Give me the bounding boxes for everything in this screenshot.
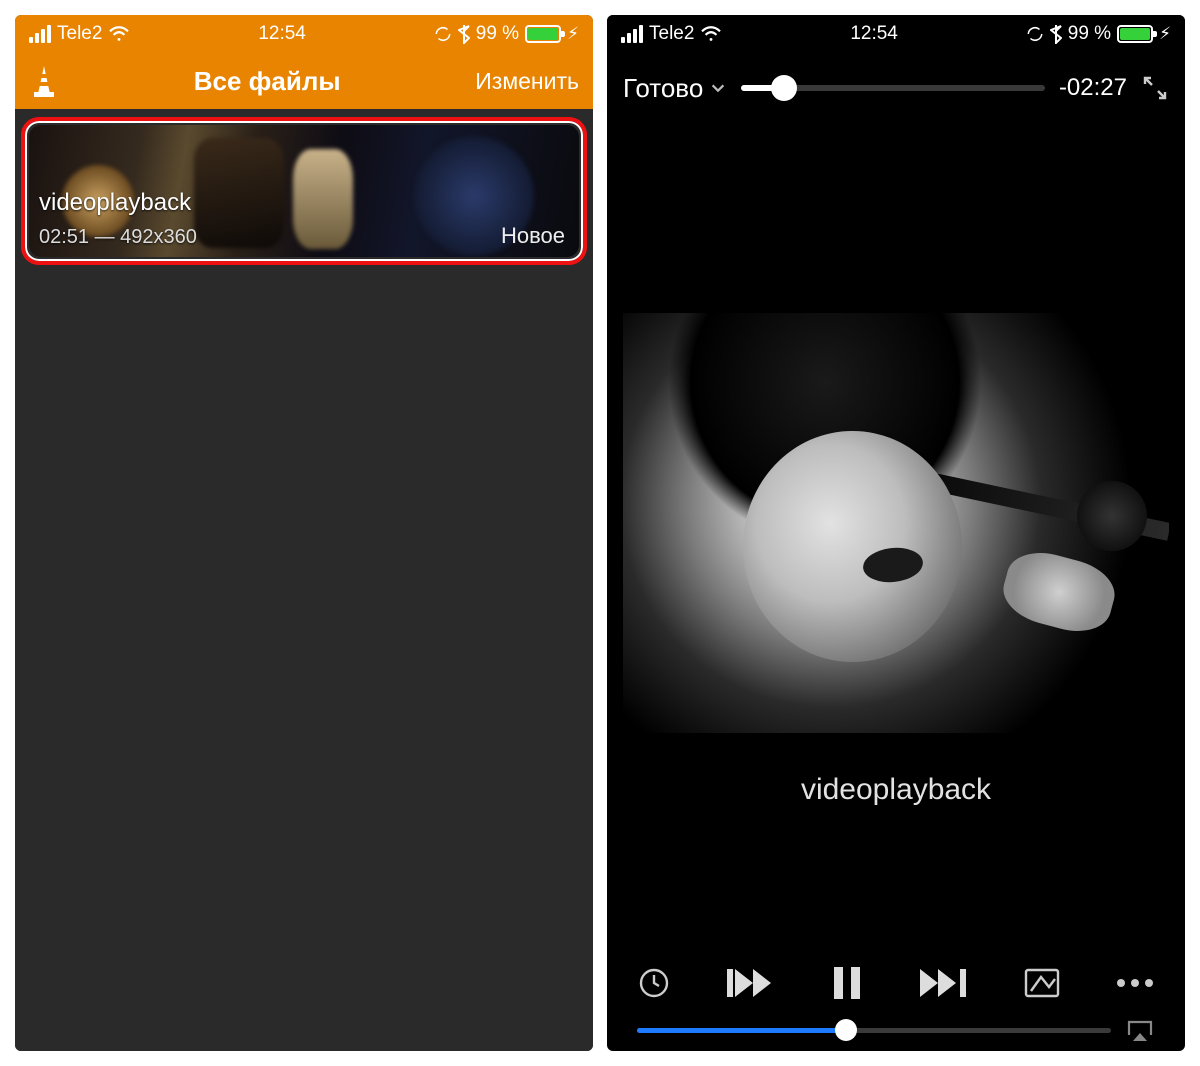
clock-label: 12:54	[850, 23, 898, 45]
done-button[interactable]: Готово	[623, 73, 727, 104]
time-remaining: -02:27	[1059, 74, 1127, 102]
edit-button[interactable]: Изменить	[475, 68, 579, 95]
nav-bar: Все файлы Изменить	[15, 53, 593, 109]
volume-fill	[637, 1028, 846, 1033]
volume-slider[interactable]	[637, 1028, 1111, 1033]
signal-icon	[29, 25, 51, 43]
video-title: videoplayback	[39, 189, 191, 217]
skip-next-button[interactable]	[918, 963, 970, 1003]
seek-knob[interactable]	[771, 75, 797, 101]
pause-button[interactable]	[830, 963, 864, 1003]
charging-icon: ⚡︎	[1159, 24, 1171, 44]
battery-pct: 99 %	[1068, 23, 1111, 45]
vlc-library-screen: Tele2 12:54 99 % ⚡︎ Все файлы Изменить v…	[15, 15, 593, 1051]
chevron-down-icon	[709, 79, 727, 97]
carrier-label: Tele2	[57, 23, 102, 45]
charging-icon: ⚡︎	[567, 24, 579, 44]
airplay-icon[interactable]	[1125, 1017, 1155, 1043]
bluetooth-icon	[1050, 24, 1062, 44]
sync-icon	[434, 25, 452, 43]
battery-icon	[525, 25, 561, 43]
video-meta: 02:51 — 492x360	[39, 226, 197, 249]
volume-row	[637, 1017, 1155, 1043]
aspect-ratio-icon[interactable]	[1023, 967, 1061, 999]
vlc-player-screen: Tele2 12:54 99 % ⚡︎ Готово -02:27	[607, 15, 1185, 1051]
seek-slider[interactable]	[741, 85, 1045, 91]
battery-pct: 99 %	[476, 23, 519, 45]
wifi-icon	[700, 25, 722, 43]
status-bar: Tele2 12:54 99 % ⚡︎	[607, 15, 1185, 53]
now-playing-title: videoplayback	[607, 773, 1185, 807]
status-bar: Tele2 12:54 99 % ⚡︎	[15, 15, 593, 53]
nav-title: Все файлы	[59, 66, 475, 97]
video-list: videoplayback 02:51 — 492x360 Новое	[15, 109, 593, 1051]
battery-icon	[1117, 25, 1153, 43]
video-list-item[interactable]: videoplayback 02:51 — 492x360 Новое	[21, 117, 587, 265]
video-viewport[interactable]	[623, 313, 1169, 733]
skip-previous-button[interactable]	[725, 963, 777, 1003]
wifi-icon	[108, 25, 130, 43]
more-button[interactable]	[1115, 977, 1155, 989]
clock-label: 12:54	[258, 23, 306, 45]
new-badge: Новое	[501, 223, 565, 249]
clock-icon[interactable]	[637, 966, 671, 1000]
player-top-bar: Готово -02:27	[607, 53, 1185, 123]
fullscreen-icon[interactable]	[1141, 74, 1169, 102]
sync-icon	[1026, 25, 1044, 43]
vlc-cone-icon[interactable]	[29, 64, 59, 98]
carrier-label: Tele2	[649, 23, 694, 45]
player-controls	[607, 963, 1185, 1003]
bluetooth-icon	[458, 24, 470, 44]
volume-knob[interactable]	[835, 1019, 857, 1041]
signal-icon	[621, 25, 643, 43]
